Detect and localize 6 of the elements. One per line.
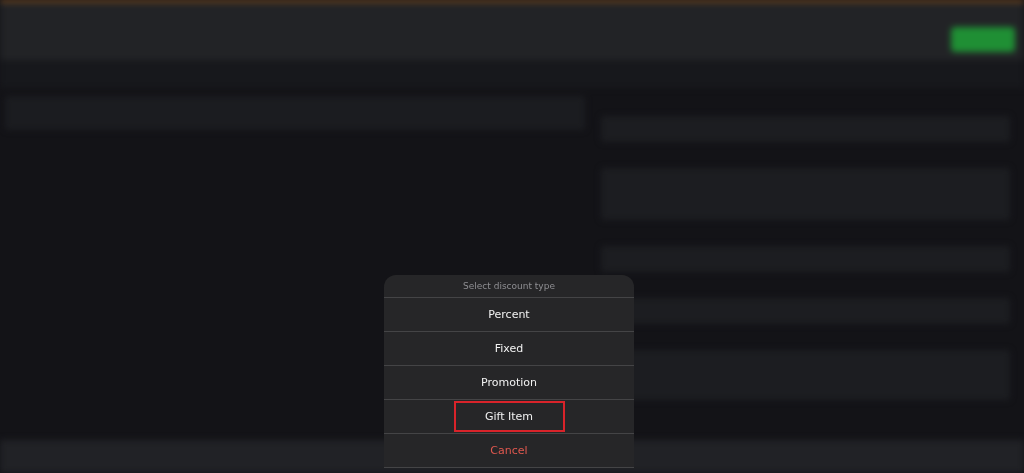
option-button[interactable]: Promotion xyxy=(384,366,634,399)
cancel-button[interactable]: Cancel xyxy=(384,434,634,467)
sheet-title: Select discount type xyxy=(384,275,634,298)
option-button[interactable]: Gift Item xyxy=(453,401,565,432)
option-button[interactable]: Percent xyxy=(384,298,634,331)
option-button[interactable]: Fixed xyxy=(384,332,634,365)
